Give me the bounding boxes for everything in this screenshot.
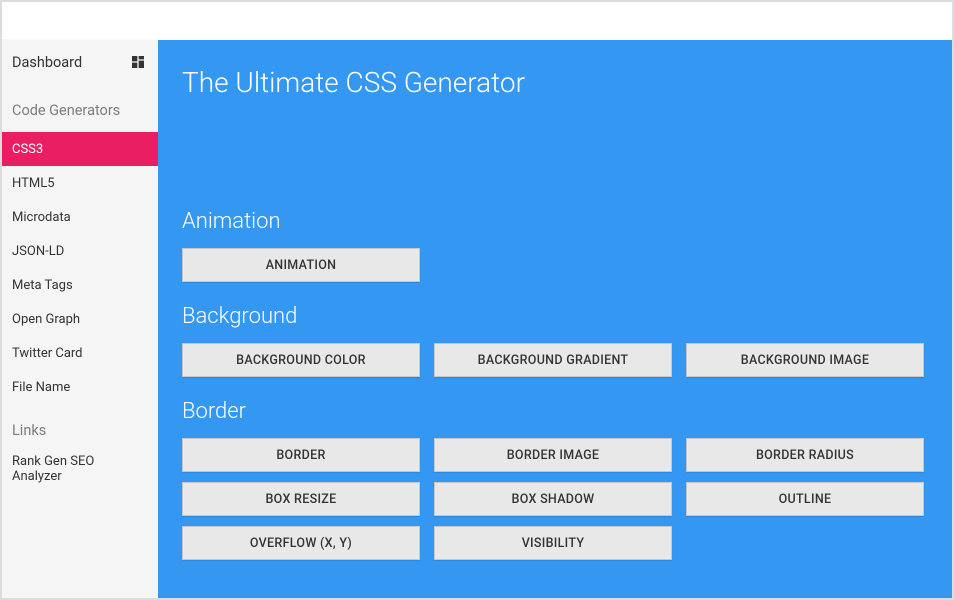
sidebar-item-label: CSS3 xyxy=(12,142,43,157)
outline-button[interactable]: Outline xyxy=(686,482,924,516)
sidebar-item-label: Microdata xyxy=(12,210,71,225)
button-row: Animation xyxy=(182,248,930,282)
button-row: Background Color Background Gradient Bac… xyxy=(182,343,930,377)
sidebar-item-json-ld[interactable]: JSON-LD xyxy=(0,234,158,268)
sidebar-item-file-name[interactable]: File Name xyxy=(0,370,158,404)
sidebar-item-meta-tags[interactable]: Meta Tags xyxy=(0,268,158,302)
border-image-button[interactable]: Border Image xyxy=(434,438,672,472)
sidebar-section-code-generators: Code Generators xyxy=(0,88,158,132)
section-title-animation: Animation xyxy=(182,209,930,234)
layout: Dashboard Code Generators CSS3 HTML5 Mic… xyxy=(0,40,954,600)
sidebar-link-rank-gen[interactable]: Rank Gen SEO Analyzer xyxy=(0,452,158,486)
background-color-button[interactable]: Background Color xyxy=(182,343,420,377)
sidebar-item-label: Meta Tags xyxy=(12,278,73,293)
overflow-button[interactable]: Overflow (x, y) xyxy=(182,526,420,560)
sidebar-link-label: Rank Gen SEO Analyzer xyxy=(12,454,146,484)
sidebar-item-microdata[interactable]: Microdata xyxy=(0,200,158,234)
button-row: Border Border Image Border Radius xyxy=(182,438,930,472)
sidebar-item-html5[interactable]: HTML5 xyxy=(0,166,158,200)
sidebar-item-label: Twitter Card xyxy=(12,346,83,361)
background-image-button[interactable]: Background Image xyxy=(686,343,924,377)
sidebar-item-label: JSON-LD xyxy=(12,244,64,259)
sidebar-item-twitter-card[interactable]: Twitter Card xyxy=(0,336,158,370)
sidebar-dashboard-label: Dashboard xyxy=(12,54,82,71)
sidebar-section-label: Code Generators xyxy=(12,102,120,119)
background-gradient-button[interactable]: Background Gradient xyxy=(434,343,672,377)
section-title-background: Background xyxy=(182,304,930,329)
animation-button[interactable]: Animation xyxy=(182,248,420,282)
sidebar-item-css3[interactable]: CSS3 xyxy=(0,132,158,166)
page-title: The Ultimate CSS Generator xyxy=(182,66,930,99)
sidebar-item-label: Open Graph xyxy=(12,312,80,327)
border-button[interactable]: Border xyxy=(182,438,420,472)
sidebar-dashboard[interactable]: Dashboard xyxy=(0,40,158,84)
section-title-border: Border xyxy=(182,399,930,424)
sidebar-item-label: File Name xyxy=(12,380,70,395)
sidebar-section-label: Links xyxy=(12,422,46,439)
sidebar-item-open-graph[interactable]: Open Graph xyxy=(0,302,158,336)
sidebar-section-links: Links xyxy=(0,408,158,452)
box-shadow-button[interactable]: Box Shadow xyxy=(434,482,672,516)
border-radius-button[interactable]: Border Radius xyxy=(686,438,924,472)
visibility-button[interactable]: Visibility xyxy=(434,526,672,560)
dashboard-icon xyxy=(130,54,146,70)
main-content: The Ultimate CSS Generator Animation Ani… xyxy=(158,40,954,600)
sidebar: Dashboard Code Generators CSS3 HTML5 Mic… xyxy=(0,40,158,600)
button-row: Box Resize Box Shadow Outline xyxy=(182,482,930,516)
top-bar xyxy=(0,0,954,40)
sidebar-item-label: HTML5 xyxy=(12,176,55,191)
button-row: Overflow (x, y) Visibility xyxy=(182,526,930,560)
app-root: Dashboard Code Generators CSS3 HTML5 Mic… xyxy=(0,0,954,600)
box-resize-button[interactable]: Box Resize xyxy=(182,482,420,516)
